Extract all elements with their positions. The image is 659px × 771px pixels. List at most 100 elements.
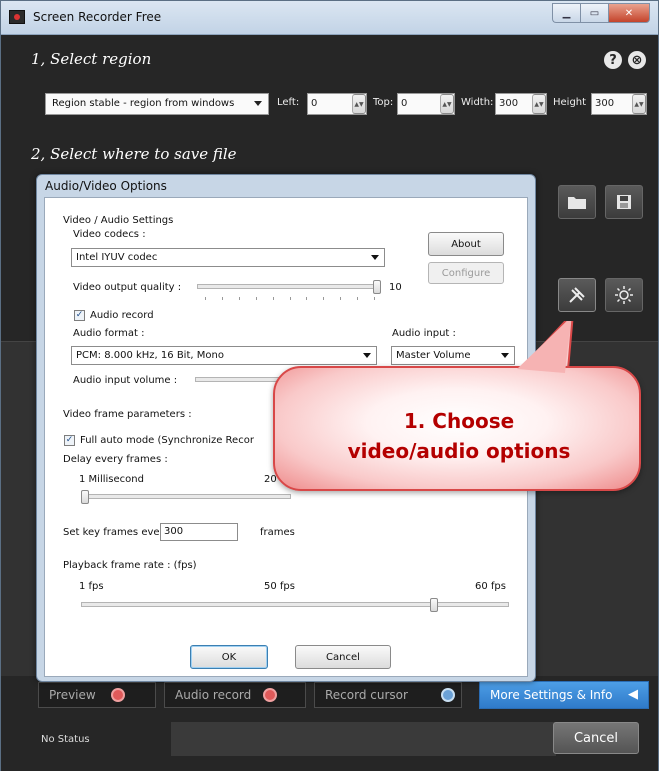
maximize-button[interactable]: ▭ [580,3,608,23]
slider-thumb[interactable] [430,598,438,612]
audio-record-checkbox[interactable]: ✓ [74,310,85,321]
section-select-region-title: 1, Select region [31,50,152,68]
close-window-button[interactable]: ✕ [608,3,650,23]
status-text: No Status [41,734,90,745]
playback-rate-slider[interactable] [81,598,509,612]
slider-ticks [205,297,375,300]
key-frames-unit: frames [260,527,295,538]
region-mode-select[interactable]: Region stable - region from windows [45,93,269,115]
save-disk-icon [617,195,631,209]
slider-thumb[interactable] [373,280,381,294]
window-title: Screen Recorder Free [33,10,162,24]
top-spinbox[interactable]: 0 ▲▼ [397,93,455,115]
chevron-down-icon [371,255,379,260]
section-save-file-title: 2, Select where to save file [31,145,237,163]
more-settings-button[interactable]: More Settings & Info ◀ [479,681,649,709]
spinner-arrows-icon[interactable]: ▲▼ [632,94,646,114]
audio-record-label: Audio record [175,688,252,702]
slider-tick [374,297,375,300]
save-as-button[interactable] [605,185,643,219]
video-codec-value: Intel IYUV codec [76,252,158,263]
cancel-recording-button[interactable]: Cancel [553,722,639,754]
paper-plane-icon: ◀ [628,687,638,702]
delay-min-label: 1 Millisecond [79,474,144,485]
slider-tick [205,297,206,300]
app-window: Screen Recorder Free ▁ ▭ ✕ 1, Select reg… [0,0,659,771]
preview-toggle[interactable]: Preview [38,682,156,708]
toggle-dot-icon [441,688,455,702]
close-circle-icon[interactable]: ⊗ [628,51,646,69]
settings-tools-button[interactable] [558,278,596,312]
slider-tick [273,297,274,300]
about-button[interactable]: About [428,232,504,256]
top-label: Top: [373,97,394,108]
wrench-screwdriver-icon [569,287,585,303]
slider-tick [357,297,358,300]
slider-thumb[interactable] [81,490,89,504]
full-auto-label: Full auto mode (Synchronize Recor [80,435,254,446]
left-spinbox[interactable]: 0 ▲▼ [307,93,367,115]
more-settings-label: More Settings & Info [490,688,613,702]
callout-annotation: 1. Choose video/audio options [271,321,643,501]
ok-button[interactable]: OK [190,645,268,669]
recorder-app-icon [9,10,25,24]
slider-tick [239,297,240,300]
callout-pointer-cover [517,321,571,373]
chevron-down-icon [254,101,262,106]
spinner-arrows-icon[interactable]: ▲▼ [532,94,546,114]
left-value: 0 [311,98,318,109]
video-codec-select[interactable]: Intel IYUV codec [71,248,385,267]
key-frames-label: Set key frames every [63,527,170,538]
open-folder-button[interactable] [558,185,596,219]
record-cursor-toggle[interactable]: Record cursor [314,682,462,708]
fps-max-label: 60 fps [475,581,506,592]
video-quality-value: 10 [389,282,402,293]
dialog-cancel-button[interactable]: Cancel [295,645,391,669]
configure-button[interactable]: Configure [428,262,504,284]
audio-record-label: Audio record [90,310,154,321]
playback-rate-label: Playback frame rate : (fps) [63,560,197,571]
audio-format-label: Audio format : [73,328,145,339]
region-mode-value: Region stable - region from windows [52,98,235,109]
height-label: Height [553,97,587,108]
frame-params-label: Video frame parameters : [63,409,192,420]
fps-min-label: 1 fps [79,581,104,592]
title-bar: Screen Recorder Free ▁ ▭ ✕ [1,1,658,35]
status-field [171,722,556,756]
record-cursor-label: Record cursor [325,688,408,702]
video-quality-label: Video output quality : [73,282,182,293]
help-icon[interactable]: ? [604,51,622,69]
dialog-title: Audio/Video Options [45,179,167,193]
key-frames-input[interactable]: 300 [160,523,238,541]
width-label: Width: [461,97,494,108]
slider-tick [222,297,223,300]
folder-icon [568,197,586,209]
audio-volume-label: Audio input volume : [73,375,178,386]
window-controls: ▁ ▭ ✕ [552,3,650,23]
width-value: 300 [499,98,519,109]
height-spinbox[interactable]: 300 ▲▼ [591,93,647,115]
video-quality-slider[interactable] [197,280,381,294]
brightness-button[interactable] [605,278,643,312]
slider-tick [306,297,307,300]
width-spinbox[interactable]: 300 ▲▼ [495,93,547,115]
full-auto-checkbox[interactable]: ✓ [64,435,75,446]
spinner-arrows-icon[interactable]: ▲▼ [352,94,366,114]
left-label: Left: [277,97,300,108]
fps-mid-label: 50 fps [264,581,295,592]
record-dot-icon [111,688,125,702]
preview-label: Preview [49,688,96,702]
slider-tick [323,297,324,300]
video-codecs-label: Video codecs : [73,229,146,240]
audio-record-toggle[interactable]: Audio record [164,682,306,708]
slider-tick [290,297,291,300]
delay-slider[interactable] [81,490,291,504]
height-value: 300 [595,98,615,109]
video-audio-settings-label: Video / Audio Settings [63,215,174,226]
delay-label: Delay every frames : [63,454,168,465]
minimize-button[interactable]: ▁ [552,3,580,23]
slider-tick [340,297,341,300]
top-value: 0 [401,98,408,109]
spinner-arrows-icon[interactable]: ▲▼ [440,94,454,114]
sun-icon [615,286,633,304]
